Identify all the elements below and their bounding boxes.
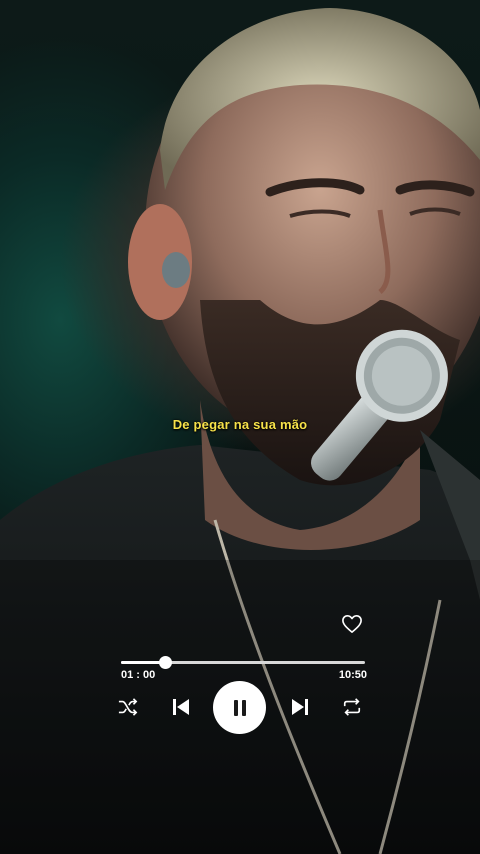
pause-button[interactable] xyxy=(213,681,266,734)
pause-icon xyxy=(233,699,246,716)
skip-previous-icon xyxy=(173,699,189,715)
shuffle-icon xyxy=(118,698,138,716)
skip-next-icon xyxy=(292,699,308,715)
video-player[interactable]: De pegar na sua mão 01 : 00 10:50 xyxy=(0,0,480,854)
repeat-button[interactable] xyxy=(341,697,363,717)
next-button[interactable] xyxy=(289,697,311,717)
progress-bar[interactable] xyxy=(121,656,365,669)
like-button[interactable] xyxy=(341,614,363,634)
shuffle-button[interactable] xyxy=(117,697,139,717)
progress-thumb[interactable] xyxy=(158,656,172,669)
lyrics-subtitle: De pegar na sua mão xyxy=(172,417,308,432)
heart-icon xyxy=(342,615,362,633)
repeat-icon xyxy=(343,698,361,716)
elapsed-time: 01 : 00 xyxy=(121,669,156,681)
previous-button[interactable] xyxy=(170,697,192,717)
total-duration: 10:50 xyxy=(338,669,367,681)
